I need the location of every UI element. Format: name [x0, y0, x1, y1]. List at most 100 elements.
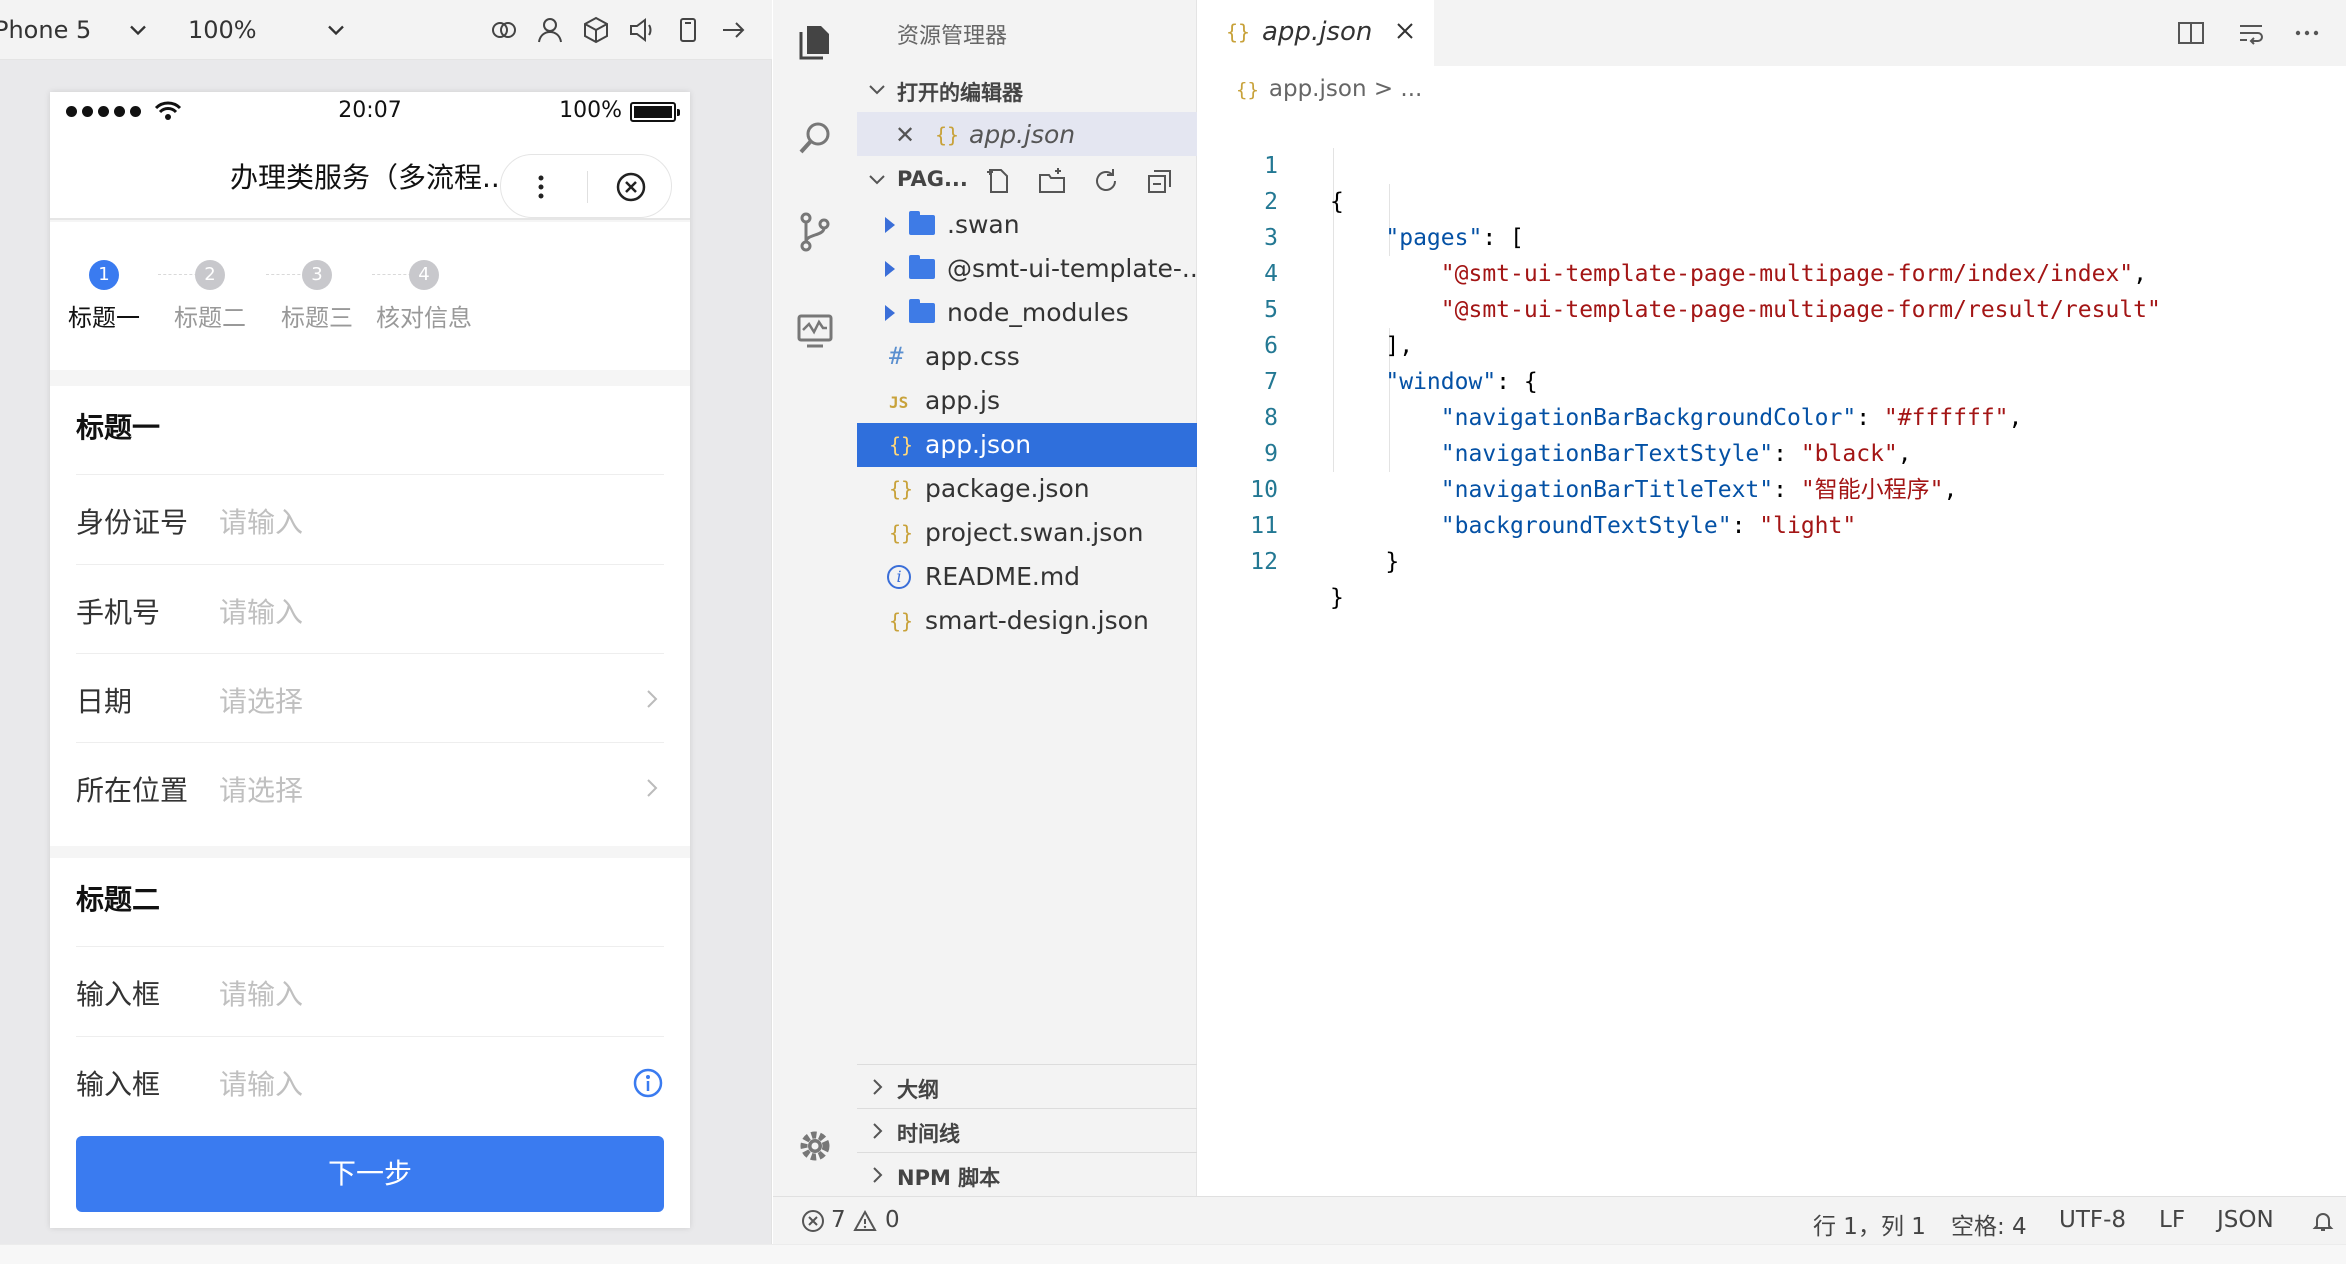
- next-step-button[interactable]: 下一步: [76, 1136, 664, 1212]
- timeline-section[interactable]: 时间线: [857, 1108, 1197, 1152]
- open-editor-item[interactable]: ✕ {} app.json: [857, 112, 1197, 156]
- tree-file[interactable]: # app.css: [857, 335, 1197, 379]
- warning-icon[interactable]: [853, 1209, 877, 1233]
- status-bar: 7 0 行 1，列 1 空格: 4 UTF-8 LF JSON: [773, 1196, 2346, 1244]
- tree-item-name: @smt-ui-template-...: [947, 254, 1206, 283]
- refresh-icon[interactable]: [1091, 166, 1121, 196]
- chevron-down-icon: [869, 175, 885, 185]
- tree-item-name: project.swan.json: [925, 518, 1144, 547]
- text-input[interactable]: 请输入: [219, 973, 303, 1013]
- new-folder-icon[interactable]: [1037, 166, 1067, 196]
- debug-monitor-icon[interactable]: [793, 308, 837, 352]
- tree-file[interactable]: {} project.swan.json: [857, 511, 1197, 555]
- form-row[interactable]: 输入框 请输入: [76, 1036, 664, 1126]
- code-line: 10 "backgroundTextStyle": "light": [1198, 436, 2346, 539]
- close-icon[interactable]: ✕: [895, 121, 915, 149]
- phone-status-bar: 20:07 100%: [50, 92, 690, 132]
- tree-folder[interactable]: @smt-ui-template-...: [857, 247, 1206, 291]
- text-input[interactable]: 请输入: [219, 1063, 303, 1103]
- battery-icon: [630, 102, 680, 122]
- tab-label: app.json: [1262, 17, 1373, 47]
- tree-item-name: app.json: [925, 430, 1032, 459]
- form-row[interactable]: 身份证号 请输入: [76, 474, 664, 564]
- more-horizontal-icon[interactable]: [2292, 18, 2322, 48]
- tree-item-name: node_modules: [947, 298, 1129, 327]
- json-file-icon: {}: [889, 609, 914, 633]
- indentation[interactable]: 空格: 4: [1951, 1207, 2027, 1241]
- tree-folder[interactable]: .swan: [857, 203, 1197, 247]
- tree-item-name: .swan: [947, 210, 1020, 239]
- tree-file[interactable]: JS app.js: [857, 379, 1197, 423]
- json-file-icon: {}: [935, 123, 960, 147]
- project-section[interactable]: PAG...: [857, 158, 1197, 202]
- error-icon[interactable]: [801, 1209, 825, 1233]
- toggle-wrap-icon[interactable]: [2236, 18, 2266, 48]
- tree-file[interactable]: {} smart-design.json: [857, 599, 1197, 643]
- code-line: 2 "pages": [: [1198, 148, 2346, 251]
- tree-folder[interactable]: node_modules: [857, 291, 1197, 335]
- cursor-position[interactable]: 行 1，列 1: [1813, 1207, 1926, 1241]
- zoom-select[interactable]: 100%: [188, 14, 257, 46]
- gear-icon[interactable]: [793, 1124, 837, 1168]
- outline-section[interactable]: 大纲: [857, 1064, 1197, 1108]
- step-number: 1: [89, 260, 119, 290]
- form-row[interactable]: 手机号 请输入: [76, 564, 664, 654]
- arrow-right-icon[interactable]: [718, 14, 750, 46]
- js-file-icon: JS: [889, 393, 909, 412]
- date-picker[interactable]: 请选择: [219, 680, 303, 720]
- code-line: 7 "navigationBarBackgroundColor": "#ffff…: [1198, 328, 2346, 431]
- code-line: 9 "navigationBarTitleText": "智能小程序",: [1198, 400, 2346, 503]
- phone-number-input[interactable]: 请输入: [219, 591, 303, 631]
- explorer-title: 资源管理器: [897, 24, 1008, 49]
- language-mode[interactable]: JSON: [2217, 1207, 2274, 1233]
- css-file-icon: #: [889, 342, 904, 370]
- form-row[interactable]: 日期 请选择: [76, 653, 664, 743]
- chevron-down-icon[interactable]: [322, 16, 350, 44]
- chevron-right-icon: [647, 779, 658, 797]
- editor-tab[interactable]: {} app.json: [1198, 0, 1434, 66]
- location-picker[interactable]: 请选择: [219, 769, 303, 809]
- split-editor-icon[interactable]: [2176, 18, 2206, 48]
- code-line: 11 }: [1198, 472, 2346, 575]
- warning-count[interactable]: 0: [885, 1207, 900, 1233]
- chevron-down-icon[interactable]: [124, 16, 152, 44]
- code-token: }: [1385, 549, 1400, 575]
- form-row[interactable]: 所在位置 请选择: [76, 742, 664, 832]
- cube-icon[interactable]: [580, 14, 612, 46]
- menu-capsule: [500, 154, 672, 218]
- npm-scripts-section[interactable]: NPM 脚本: [857, 1152, 1197, 1196]
- tree-file[interactable]: i README.md: [857, 555, 1197, 599]
- code-line: 5 ],: [1198, 256, 2346, 359]
- bell-icon[interactable]: [2311, 1209, 2335, 1233]
- breadcrumb[interactable]: {} app.json > ...: [1236, 76, 1422, 102]
- files-icon[interactable]: [793, 20, 837, 64]
- rings-icon[interactable]: [488, 14, 520, 46]
- user-icon[interactable]: [534, 14, 566, 46]
- tree-file-selected[interactable]: {} app.json: [857, 423, 1197, 467]
- tree-file[interactable]: {} package.json: [857, 467, 1197, 511]
- close-icon[interactable]: [1392, 18, 1418, 44]
- rotate-icon[interactable]: [672, 14, 704, 46]
- code-line: 6 "window": {: [1198, 292, 2346, 395]
- speaker-icon[interactable]: [626, 14, 658, 46]
- source-control-icon[interactable]: [793, 210, 837, 254]
- open-editors-section[interactable]: 打开的编辑器: [857, 68, 1197, 112]
- info-icon[interactable]: [632, 1067, 664, 1099]
- breadcrumb-rest: > ...: [1373, 76, 1423, 102]
- close-circle-icon[interactable]: [611, 167, 651, 207]
- error-count[interactable]: 7: [831, 1207, 846, 1233]
- encoding[interactable]: UTF-8: [2059, 1207, 2126, 1233]
- more-vertical-icon[interactable]: [523, 169, 559, 205]
- editor-tab-bar: {} app.json: [1198, 0, 2346, 66]
- new-file-icon[interactable]: [983, 166, 1013, 196]
- step-4[interactable]: 4 核对信息: [344, 260, 504, 333]
- collapse-all-icon[interactable]: [1145, 166, 1175, 196]
- section-label: PAG...: [897, 167, 968, 191]
- tree-item-name: package.json: [925, 474, 1090, 503]
- form-row[interactable]: 输入框 请输入: [76, 946, 664, 1036]
- line-ending[interactable]: LF: [2159, 1207, 2185, 1233]
- folder-icon: [909, 255, 935, 279]
- device-select[interactable]: Phone 5: [0, 14, 91, 46]
- id-number-input[interactable]: 请输入: [219, 501, 303, 541]
- search-icon[interactable]: [793, 116, 837, 160]
